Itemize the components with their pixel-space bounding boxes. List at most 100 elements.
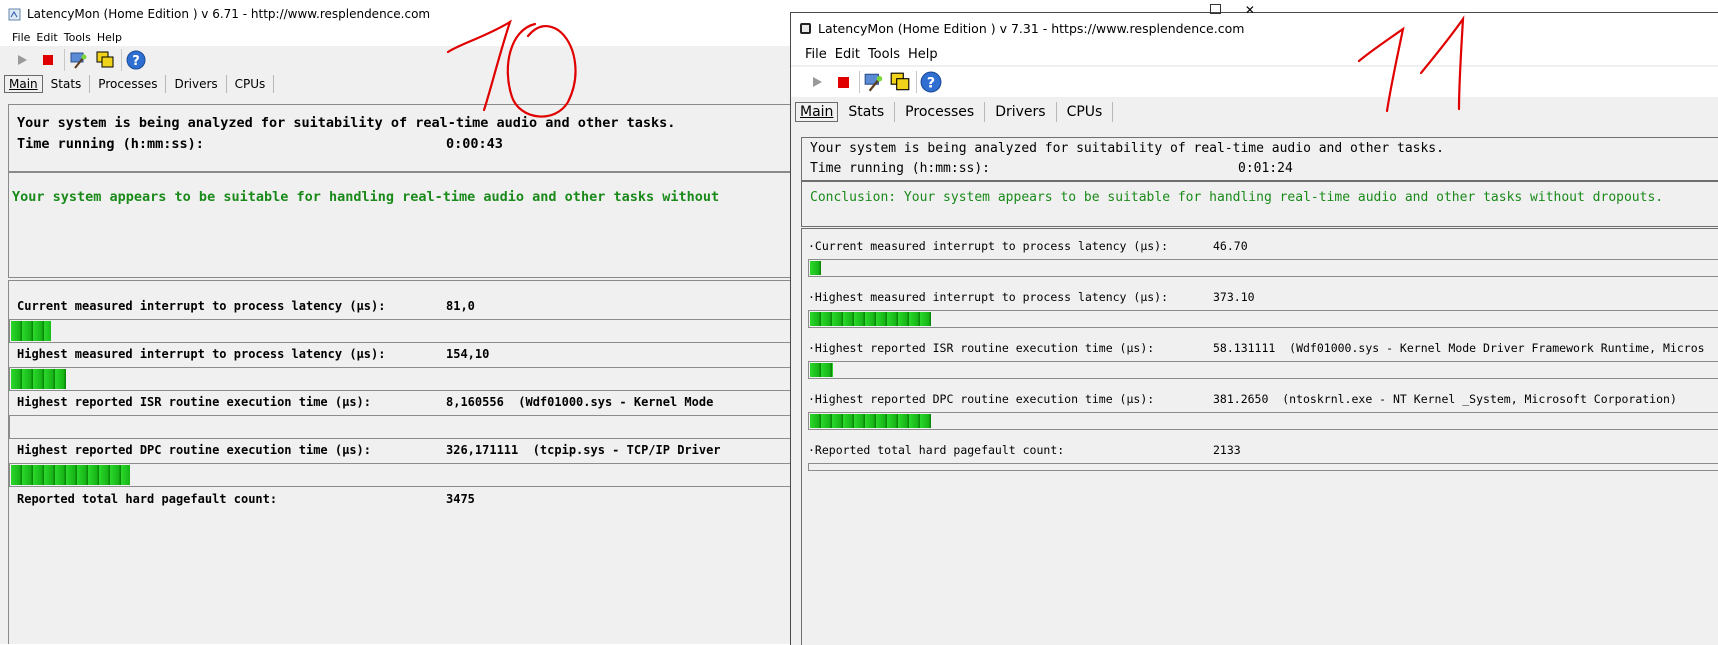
stop-button[interactable] — [36, 48, 60, 72]
tab-main[interactable]: Main — [795, 102, 839, 122]
help-button[interactable]: ? — [919, 70, 943, 94]
stop-button[interactable] — [831, 70, 855, 94]
menu-tools[interactable]: Tools — [64, 31, 97, 44]
svg-text:?: ? — [132, 54, 140, 69]
wand-icon — [864, 73, 883, 92]
tab-processes[interactable]: Processes — [895, 102, 986, 122]
latency-bar-fill — [810, 312, 931, 326]
help-button[interactable]: ? — [124, 48, 148, 72]
latency-bar — [808, 463, 1718, 471]
window-title: LatencyMon (Home Edition ) v 6.71 - http… — [27, 7, 431, 21]
toolbar: ? — [791, 67, 1718, 97]
menu-file[interactable]: File — [791, 47, 835, 62]
metric-label: ·Reported total hard pagefault count: — [808, 443, 1065, 457]
metric-value: 326,171111 (tcpip.sys - TCP/IP Driver — [446, 443, 721, 457]
analyzing-text: Your system is being analyzed for suitab… — [810, 141, 1444, 156]
conclusion-text: Your system appears to be suitable for h… — [12, 189, 720, 205]
metric-label: Highest measured interrupt to process la… — [17, 347, 386, 361]
play-icon — [18, 55, 27, 65]
start-button[interactable] — [10, 48, 34, 72]
analyze-button[interactable] — [862, 70, 886, 94]
tab-main[interactable]: Main — [4, 75, 43, 93]
copy-windows-icon — [890, 72, 910, 91]
latency-bar — [808, 361, 1718, 379]
metric-value: 58.131111 (Wdf01000.sys - Kernel Mode Dr… — [1213, 341, 1705, 355]
menu-help[interactable]: Help — [97, 31, 128, 44]
metrics-panel: Current measured interrupt to process la… — [8, 280, 790, 644]
conclusion-text: Conclusion: Your system appears to be su… — [810, 190, 1664, 205]
window-controls-left: ✕ — [1210, 3, 1255, 17]
app-icon — [800, 22, 811, 34]
tab-stats[interactable]: Stats — [43, 75, 91, 93]
tab-cpus[interactable]: CPUs — [227, 75, 275, 93]
play-icon — [813, 77, 822, 87]
title-bar[interactable]: LatencyMon (Home Edition ) v 6.71 - http… — [0, 0, 790, 28]
latency-bar — [808, 310, 1718, 328]
title-bar[interactable]: LatencyMon (Home Edition ) v 7.31 - http… — [791, 13, 1718, 43]
tab-cpus[interactable]: CPUs — [1057, 102, 1114, 122]
time-running-label: Time running (h:mm:ss): — [810, 161, 991, 176]
copy-button[interactable] — [93, 48, 117, 72]
status-panel: Your system is being analyzed for suitab… — [8, 104, 790, 172]
metric-value: 81,0 — [446, 299, 475, 313]
window-latencymon-v671: LatencyMon (Home Edition ) v 6.71 - http… — [0, 0, 790, 644]
metric-label: ·Highest measured interrupt to process l… — [808, 290, 1169, 304]
toolbar-separator — [916, 71, 917, 93]
latency-bar — [9, 319, 790, 343]
metric-value: 3475 — [446, 492, 475, 506]
toolbar-separator — [64, 49, 65, 71]
metric-label: Highest reported DPC routine execution t… — [17, 443, 372, 457]
conclusion-panel: Conclusion: Your system appears to be su… — [801, 181, 1718, 227]
help-icon: ? — [126, 50, 146, 70]
metric-value: 46.70 — [1213, 239, 1248, 253]
analyze-button[interactable] — [67, 48, 91, 72]
menu-edit[interactable]: Edit — [835, 47, 868, 62]
metric-label: ·Highest reported ISR routine execution … — [808, 341, 1155, 355]
wand-icon — [70, 52, 87, 69]
metric-label: ·Current measured interrupt to process l… — [808, 239, 1169, 253]
tab-strip: Main Stats Processes Drivers CPUs — [791, 99, 1718, 125]
app-icon — [8, 8, 21, 20]
latency-bar-fill — [11, 465, 130, 485]
menu-bar: File Edit Tools Help — [0, 28, 790, 46]
window-latencymon-v731: LatencyMon (Home Edition ) v 7.31 - http… — [790, 12, 1718, 645]
menu-help[interactable]: Help — [908, 47, 944, 62]
latency-bar — [808, 259, 1718, 277]
metric-value: 381.2650 (ntoskrnl.exe - NT Kernel _Syst… — [1213, 392, 1677, 406]
stop-icon — [837, 76, 849, 88]
latency-bar — [9, 367, 790, 391]
latency-bar — [9, 415, 790, 439]
latency-bar — [9, 463, 790, 487]
copy-button[interactable] — [888, 70, 912, 94]
metric-value: 373.10 — [1213, 290, 1255, 304]
help-icon: ? — [920, 71, 942, 93]
tab-drivers[interactable]: Drivers — [985, 102, 1057, 122]
tab-processes[interactable]: Processes — [90, 75, 167, 93]
latency-bar-fill — [810, 261, 822, 275]
maximize-icon[interactable] — [1210, 4, 1221, 14]
stop-icon — [43, 55, 53, 65]
metrics-panel: ·Current measured interrupt to process l… — [801, 228, 1718, 645]
menu-file[interactable]: File — [0, 31, 36, 44]
handwritten-annotation-11: 11 — [1357, 15, 1465, 113]
metric-label: Current measured interrupt to process la… — [17, 299, 386, 313]
close-icon[interactable]: ✕ — [1245, 3, 1255, 17]
time-running-value: 0:00:43 — [446, 136, 503, 152]
metric-value: 2133 — [1213, 443, 1241, 457]
menu-edit[interactable]: Edit — [36, 31, 63, 44]
latency-bar-fill — [11, 321, 51, 341]
start-button[interactable] — [805, 70, 829, 94]
tab-strip: Main Stats Processes Drivers CPUs — [0, 73, 790, 95]
tab-stats[interactable]: Stats — [838, 102, 896, 122]
latency-bar-fill — [11, 369, 67, 389]
conclusion-panel: Your system appears to be suitable for h… — [8, 172, 790, 278]
menu-tools[interactable]: Tools — [868, 47, 908, 62]
svg-text:?: ? — [927, 76, 935, 92]
metric-label: Reported total hard pagefault count: — [17, 492, 278, 506]
tab-drivers[interactable]: Drivers — [166, 75, 227, 93]
metric-label: Highest reported ISR routine execution t… — [17, 395, 372, 409]
window-title: LatencyMon (Home Edition ) v 7.31 - http… — [818, 20, 1245, 36]
handwritten-annotation-10: 10 — [446, 19, 577, 118]
toolbar-separator — [121, 49, 122, 71]
metric-value: 154,10 — [446, 347, 490, 361]
